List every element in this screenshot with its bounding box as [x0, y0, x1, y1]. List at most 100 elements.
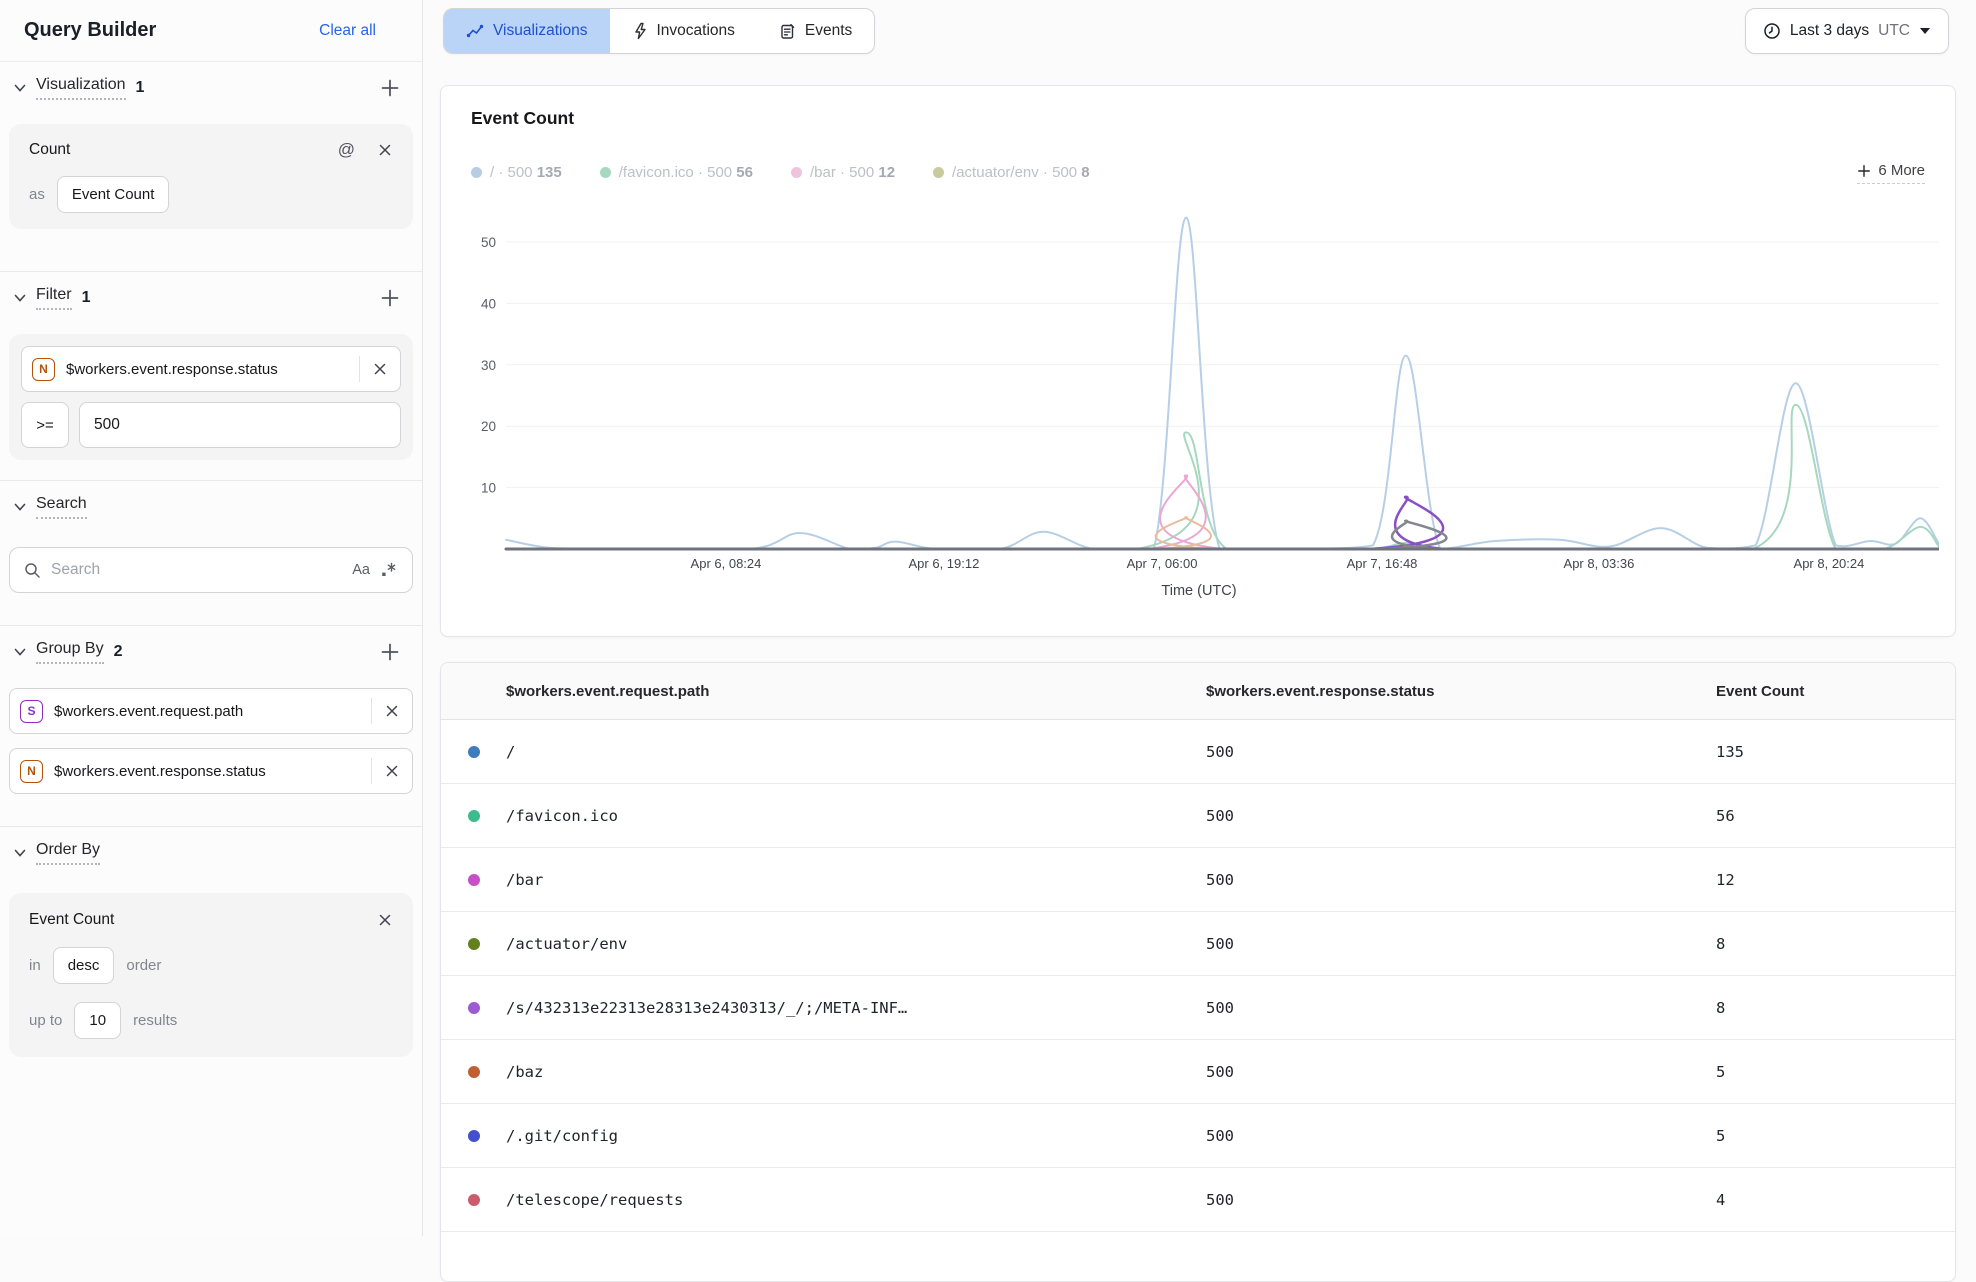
- number-type-icon: N: [32, 358, 55, 381]
- chevron-down-icon[interactable]: [12, 499, 28, 515]
- remove-filter-icon[interactable]: [372, 361, 388, 377]
- divider: [359, 356, 360, 382]
- remove-group-by-icon[interactable]: [384, 703, 400, 719]
- tab-label: Invocations: [657, 22, 735, 40]
- operator-select[interactable]: >=: [21, 402, 69, 448]
- cell-request-path: /telescope/requests: [506, 1168, 683, 1232]
- add-filter-button[interactable]: [380, 288, 400, 308]
- at-mention-icon[interactable]: @: [338, 140, 355, 160]
- x-tick-label: Apr 8, 03:36: [1564, 556, 1635, 571]
- event-count-line-chart[interactable]: 1020304050Apr 6, 08:24Apr 6, 19:12Apr 7,…: [459, 181, 1939, 581]
- cell-request-path: /bar: [506, 848, 543, 912]
- y-tick-label: 50: [481, 235, 496, 250]
- chevron-down-icon[interactable]: [12, 80, 28, 96]
- cell-event-count: 4: [1716, 1168, 1725, 1232]
- visualization-section-label[interactable]: Visualization: [36, 76, 126, 100]
- filter-value-input[interactable]: 500: [79, 402, 401, 448]
- search-input[interactable]: [51, 561, 342, 579]
- cell-event-count: 8: [1716, 976, 1725, 1040]
- series-line: [506, 497, 1939, 549]
- page-title: Query Builder: [24, 19, 156, 42]
- chevron-down-icon[interactable]: [12, 845, 28, 861]
- order-by-field[interactable]: Event Count: [29, 911, 114, 929]
- legend-item[interactable]: / · 500 135: [471, 164, 562, 181]
- series-color-dot: [468, 810, 480, 822]
- group-by-field-select[interactable]: N $workers.event.response.status: [9, 748, 413, 794]
- column-header-response-status[interactable]: $workers.event.response.status: [1206, 663, 1434, 720]
- timezone-label: UTC: [1878, 22, 1910, 40]
- sidebar-header: Query Builder Clear all: [0, 0, 422, 62]
- x-tick-label: Apr 6, 08:24: [691, 556, 762, 571]
- metric-name[interactable]: Count: [29, 141, 70, 159]
- search-box: Aa: [9, 547, 413, 593]
- add-visualization-button[interactable]: [380, 78, 400, 98]
- order-by-card: Event Count in desc order up to 10 resul…: [9, 893, 413, 1057]
- search-section-label[interactable]: Search: [36, 495, 87, 519]
- direction-select[interactable]: desc: [53, 947, 115, 984]
- legend-item[interactable]: /bar · 500 12: [791, 164, 895, 181]
- table-row[interactable]: /500135: [441, 720, 1955, 784]
- regex-icon[interactable]: [380, 562, 398, 578]
- cell-response-status: 500: [1206, 1104, 1234, 1168]
- table-row[interactable]: /telescope/requests5004: [441, 1168, 1955, 1232]
- table-row[interactable]: /bar 500 12: [441, 848, 1955, 912]
- remove-visualization-icon[interactable]: [377, 142, 393, 158]
- x-tick-label: Apr 8, 20:24: [1794, 556, 1865, 571]
- cell-event-count: 12: [1716, 848, 1735, 912]
- group-by-section-label[interactable]: Group By: [36, 640, 104, 664]
- tab-events[interactable]: Events: [757, 9, 874, 53]
- cell-event-count: 56: [1716, 784, 1735, 848]
- number-type-icon: N: [20, 760, 43, 783]
- tab-invocations[interactable]: Invocations: [610, 9, 757, 53]
- filter-section-label[interactable]: Filter: [36, 286, 72, 310]
- remove-group-by-icon[interactable]: [384, 763, 400, 779]
- match-case-icon[interactable]: Aa: [352, 562, 370, 578]
- add-group-by-button[interactable]: [380, 642, 400, 662]
- remove-order-by-icon[interactable]: [377, 912, 393, 928]
- series-line: [506, 217, 1939, 549]
- filter-field-select[interactable]: N $workers.event.response.status: [21, 346, 401, 392]
- group-by-count-badge: 2: [114, 643, 123, 661]
- view-tabs: Visualizations Invocations Events: [443, 8, 875, 54]
- up-to-label: up to: [29, 1012, 62, 1029]
- group-by-field-select[interactable]: S $workers.event.request.path: [9, 688, 413, 734]
- chevron-down-icon: [1919, 27, 1931, 35]
- cell-event-count: 8: [1716, 912, 1725, 976]
- table-row[interactable]: /baz5005: [441, 1040, 1955, 1104]
- search-icon: [24, 562, 41, 579]
- cell-response-status: 500: [1206, 848, 1234, 912]
- table-row[interactable]: /favicon.ico50056: [441, 784, 1955, 848]
- limit-input[interactable]: 10: [74, 1002, 121, 1039]
- cell-response-status: 500: [1206, 784, 1234, 848]
- legend-series-dot: [600, 167, 611, 178]
- table-body: /500135/favicon.ico50056/bar50012/actuat…: [441, 720, 1955, 1232]
- tab-visualizations[interactable]: Visualizations: [444, 9, 610, 53]
- table-row[interactable]: /.git/config5005: [441, 1104, 1955, 1168]
- divider: [371, 698, 372, 724]
- column-header-event-count[interactable]: Event Count: [1716, 663, 1804, 720]
- legend-item[interactable]: /actuator/env · 500 8: [933, 164, 1090, 181]
- results-label: results: [133, 1012, 177, 1029]
- chevron-down-icon[interactable]: [12, 644, 28, 660]
- y-tick-label: 30: [481, 358, 496, 373]
- search-section-header: Search: [0, 481, 422, 531]
- results-table-panel: $workers.event.request.path $workers.eve…: [440, 662, 1956, 1282]
- cell-request-path: /baz: [506, 1040, 543, 1104]
- clear-all-link[interactable]: Clear all: [319, 22, 376, 40]
- time-range-selector[interactable]: Last 3 days UTC: [1745, 8, 1949, 54]
- cell-request-path: /s/432313e22313e28313e2430313/_/;/META-I…: [506, 976, 907, 1040]
- order-by-section-label[interactable]: Order By: [36, 841, 100, 865]
- group-by-field-name: $workers.event.request.path: [54, 703, 243, 720]
- legend-item[interactable]: /favicon.ico · 500 56: [600, 164, 753, 181]
- alias-input[interactable]: Event Count: [57, 176, 170, 213]
- column-header-request-path[interactable]: $workers.event.request.path: [506, 663, 709, 720]
- x-tick-label: Apr 7, 06:00: [1127, 556, 1198, 571]
- series-line: [506, 475, 1939, 549]
- visualization-section-header: Visualization 1: [0, 62, 422, 112]
- chart-title: Event Count: [471, 108, 574, 129]
- table-row[interactable]: /s/432313e22313e28313e2430313/_/;/META-I…: [441, 976, 1955, 1040]
- table-row[interactable]: /actuator/env5008: [441, 912, 1955, 976]
- tab-label: Visualizations: [493, 22, 588, 40]
- chevron-down-icon[interactable]: [12, 290, 28, 306]
- legend-series-dot: [791, 167, 802, 178]
